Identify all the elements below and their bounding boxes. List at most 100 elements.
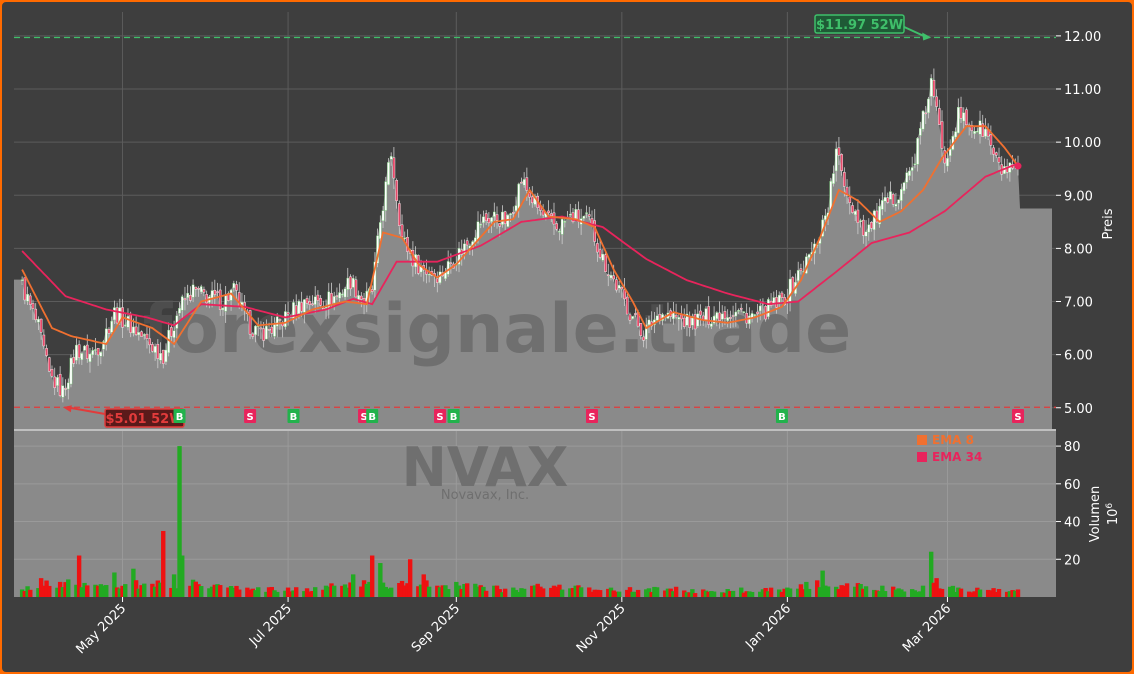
candle-body <box>96 348 100 356</box>
candle-body <box>132 326 135 334</box>
volume-bar <box>161 530 166 597</box>
volume-tick-label: 40 <box>1064 516 1081 531</box>
volume-bar <box>616 591 622 597</box>
candle-body <box>235 284 238 291</box>
candle-body <box>734 311 738 317</box>
candle-body <box>278 319 282 321</box>
candle-body <box>978 120 982 135</box>
volume-bar <box>388 587 394 597</box>
candle-body <box>275 316 279 327</box>
candle-body <box>50 369 54 377</box>
candle-body <box>186 292 189 298</box>
candle-body <box>189 294 192 301</box>
volume-bar <box>540 588 546 597</box>
candle-body <box>332 296 336 304</box>
candle-body <box>872 210 876 230</box>
candle-body <box>894 204 898 207</box>
signal-label: S <box>436 412 443 423</box>
candle-body <box>997 157 1001 163</box>
candle-body <box>617 284 621 289</box>
candle-body <box>213 290 217 295</box>
candle-body <box>995 152 998 156</box>
volume-bar <box>825 586 831 597</box>
candle-body <box>720 313 724 320</box>
candle-body <box>216 291 219 293</box>
volume-bar <box>313 587 318 597</box>
volume-bar <box>464 583 470 597</box>
candle-body <box>110 320 113 333</box>
volume-bar <box>749 591 755 597</box>
candle-body <box>31 303 35 309</box>
candle-body <box>522 179 526 186</box>
candle-body <box>959 107 963 119</box>
candle-body <box>913 163 917 165</box>
candle-body <box>590 218 594 224</box>
candle-body <box>957 107 960 134</box>
candle-body <box>232 283 236 289</box>
candle-body <box>530 196 534 204</box>
candle-body <box>197 288 200 290</box>
candle-body <box>107 328 111 334</box>
candle-body <box>851 205 854 213</box>
volume-bar <box>920 585 926 597</box>
date-tick-label: Sep 2025 <box>409 601 463 655</box>
candle-body <box>829 181 833 211</box>
price-tick-label: 11.00 <box>1064 83 1101 98</box>
candle-body <box>270 326 274 334</box>
candle-body <box>682 317 686 327</box>
candle-body <box>976 131 979 133</box>
candle-body <box>370 289 374 292</box>
volume-bar <box>768 587 774 597</box>
volume-tick-label: 60 <box>1064 478 1081 493</box>
candle-body <box>58 373 62 396</box>
candle-body <box>748 315 751 325</box>
candle-body <box>123 324 127 327</box>
candle-body <box>39 318 43 333</box>
candle-body <box>587 214 591 217</box>
candle-body <box>742 311 746 313</box>
volume-bar <box>47 585 52 597</box>
candle-body <box>919 128 922 136</box>
candle-body <box>501 211 504 225</box>
candle-body <box>973 131 976 134</box>
candle-body <box>53 376 57 388</box>
candle-body <box>172 330 176 338</box>
candle-body <box>61 385 65 398</box>
candle-body <box>267 329 271 331</box>
candle-body <box>449 262 453 264</box>
candle-body <box>191 284 195 298</box>
candle-body <box>484 213 488 222</box>
candle-body <box>142 334 146 336</box>
candle-body <box>612 275 615 280</box>
volume-unit-label: 106 <box>1105 503 1121 526</box>
candle-body <box>134 326 138 335</box>
price-tick-label: 9.00 <box>1064 189 1093 204</box>
candle-body <box>389 156 393 160</box>
candle-body <box>254 325 257 335</box>
candle-body <box>297 301 301 314</box>
volume-bar <box>806 588 812 597</box>
candle-body <box>737 310 740 312</box>
volume-bar <box>692 593 698 597</box>
date-tick-label: Jul 2025 <box>246 601 295 650</box>
candle-body <box>115 307 119 324</box>
candle-body <box>88 353 92 362</box>
candle-body <box>558 231 561 233</box>
candle-body <box>856 209 860 223</box>
candle-body <box>72 357 75 364</box>
signal-label: B <box>368 412 376 423</box>
candle-body <box>354 279 358 298</box>
candle-body <box>170 327 173 337</box>
candle-body <box>848 196 852 203</box>
candle-body <box>625 296 629 315</box>
candle-body <box>349 276 352 290</box>
candle-body <box>853 210 857 215</box>
candle-body <box>341 293 344 296</box>
candle-body <box>137 332 141 336</box>
candle-body <box>156 343 160 359</box>
signal-label: B <box>176 412 184 423</box>
candle-body <box>604 254 607 272</box>
volume-bar <box>445 589 451 597</box>
candle-body <box>113 307 116 321</box>
candle-body <box>47 357 51 372</box>
